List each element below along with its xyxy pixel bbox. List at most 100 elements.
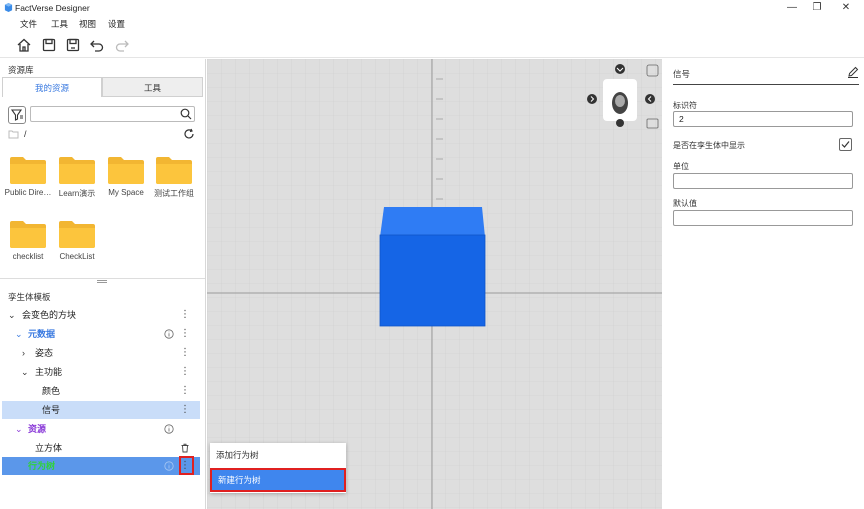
show-in-twin-label: 是否在孪生体中显示 bbox=[673, 141, 745, 150]
home-icon[interactable] bbox=[16, 37, 32, 53]
splitter-handle-icon bbox=[97, 280, 107, 283]
edit-icon[interactable] bbox=[847, 66, 859, 78]
tree-item-metadata[interactable]: ⌄ 元数据 ⋮ bbox=[2, 325, 200, 343]
checkmark-icon bbox=[841, 141, 850, 148]
more-options-icon[interactable]: ⋮ bbox=[180, 306, 190, 324]
cube-front-face[interactable] bbox=[380, 235, 485, 326]
search-input[interactable] bbox=[30, 106, 195, 122]
folder-label: My Space bbox=[108, 188, 144, 197]
tree-item-pose[interactable]: › 姿态 ⋮ bbox=[2, 344, 200, 362]
tab-tools[interactable]: 工具 bbox=[102, 77, 203, 97]
menu-file[interactable]: 文件 bbox=[20, 18, 37, 30]
app-title: FactVerse Designer bbox=[15, 3, 90, 13]
more-options-icon[interactable]: ⋮ bbox=[180, 382, 190, 400]
filter-icon bbox=[10, 109, 23, 121]
chevron-down-icon[interactable]: ⌄ bbox=[8, 306, 18, 324]
menu-tools[interactable]: 工具 bbox=[51, 18, 68, 30]
app-logo-icon bbox=[4, 3, 13, 12]
tree-label: 颜色 bbox=[42, 386, 61, 396]
scene-viewport[interactable] bbox=[207, 59, 662, 509]
tab-my-resources[interactable]: 我的资源 bbox=[2, 77, 102, 97]
folder-icon bbox=[10, 157, 46, 184]
menu-settings[interactable]: 设置 bbox=[108, 18, 125, 30]
identifier-input[interactable]: 2 bbox=[673, 111, 853, 127]
filter-button[interactable] bbox=[8, 106, 26, 124]
folder-icon bbox=[59, 157, 95, 184]
more-options-icon[interactable]: ⋮ bbox=[180, 401, 190, 419]
info-icon[interactable] bbox=[164, 461, 174, 471]
close-button[interactable]: ✕ bbox=[834, 0, 858, 16]
save-icon[interactable] bbox=[41, 37, 57, 53]
folder-public-directory[interactable]: Public Dire… bbox=[3, 155, 53, 197]
folder-checklist[interactable]: checklist bbox=[3, 219, 53, 261]
panel-splitter[interactable] bbox=[0, 278, 205, 284]
tree-label: 行为树 bbox=[28, 461, 56, 471]
save-as-icon[interactable] bbox=[65, 37, 81, 53]
chevron-down-icon[interactable]: ⌄ bbox=[15, 325, 25, 343]
refresh-icon[interactable] bbox=[183, 128, 195, 140]
properties-panel: 信号 标识符 2 是否在孪生体中显示 单位 默认值 bbox=[663, 59, 864, 509]
info-icon[interactable] bbox=[164, 424, 174, 434]
current-path: / bbox=[24, 129, 27, 139]
tree-item-resources[interactable]: ⌄ 资源 bbox=[2, 420, 200, 438]
menu-bar: 文件 工具 视图 设置 bbox=[0, 16, 864, 31]
properties-title: 信号 bbox=[673, 69, 691, 79]
unit-input[interactable] bbox=[673, 173, 853, 189]
more-options-icon[interactable]: ⋮ bbox=[180, 325, 190, 343]
left-panel: 资源库 我的资源 工具 / Public Dire… Learn演示 My Sp… bbox=[0, 59, 206, 509]
tree-label: 元数据 bbox=[28, 329, 56, 339]
folder-label: checklist bbox=[12, 252, 44, 261]
chevron-right-icon[interactable]: › bbox=[22, 344, 32, 362]
folder-icon bbox=[108, 157, 144, 184]
trash-icon[interactable] bbox=[180, 443, 190, 453]
folder-my-space[interactable]: My Space bbox=[101, 155, 151, 197]
chevron-down-icon[interactable]: ⌄ bbox=[15, 420, 25, 438]
undo-icon[interactable] bbox=[89, 37, 105, 53]
folder-label: Learn演示 bbox=[58, 189, 96, 198]
scene-canvas[interactable] bbox=[207, 59, 662, 509]
default-value-input[interactable] bbox=[673, 210, 853, 226]
redo-icon[interactable] bbox=[114, 37, 130, 53]
cube-top-face bbox=[380, 207, 485, 237]
tree-item-behavior-tree[interactable]: 行为树 ⋮ bbox=[2, 457, 200, 475]
menu-new-behavior-tree[interactable]: 新建行为树 bbox=[210, 468, 346, 492]
folder-icon bbox=[59, 221, 95, 248]
folder-learn-demo[interactable]: Learn演示 bbox=[52, 155, 102, 199]
tree-item-color-changing-cube[interactable]: ⌄ 会变色的方块 ⋮ bbox=[2, 306, 200, 324]
tree-item-main-function[interactable]: ⌄ 主功能 ⋮ bbox=[2, 363, 200, 381]
folder-label: CheckList bbox=[59, 252, 95, 261]
show-in-twin-checkbox[interactable] bbox=[839, 138, 852, 151]
identifier-label: 标识符 bbox=[673, 101, 697, 110]
menu-add-behavior-tree[interactable]: 添加行为树 bbox=[210, 443, 346, 467]
tree-label: 会变色的方块 bbox=[22, 310, 77, 320]
folder-checklist-2[interactable]: CheckList bbox=[52, 219, 102, 261]
tree-label: 立方体 bbox=[35, 443, 63, 453]
folder-icon bbox=[156, 157, 192, 184]
tree-label: 主功能 bbox=[35, 367, 63, 377]
tree-label: 资源 bbox=[28, 424, 47, 434]
twin-template-title: 孪生体模板 bbox=[8, 292, 51, 302]
resource-library-title: 资源库 bbox=[8, 65, 34, 75]
folder-test-workgroup[interactable]: 测试工作组 bbox=[149, 155, 199, 199]
info-icon[interactable] bbox=[164, 329, 174, 339]
folder-path-icon bbox=[8, 130, 19, 139]
resource-tabs: 我的资源 工具 bbox=[2, 77, 203, 97]
search-icon[interactable] bbox=[180, 108, 192, 120]
default-value-label: 默认值 bbox=[673, 199, 697, 208]
chevron-down-icon[interactable]: ⌄ bbox=[21, 363, 31, 381]
restore-button[interactable]: ❐ bbox=[805, 0, 829, 16]
title-bar: FactVerse Designer — ❐ ✕ bbox=[0, 0, 864, 16]
folder-label: 测试工作组 bbox=[154, 189, 194, 198]
unit-label: 单位 bbox=[673, 162, 689, 171]
tree-item-color[interactable]: 颜色 ⋮ bbox=[2, 382, 200, 400]
tree-item-signal[interactable]: 信号 ⋮ bbox=[2, 401, 200, 419]
minimize-button[interactable]: — bbox=[780, 0, 804, 16]
toolbar bbox=[0, 32, 864, 58]
menu-view[interactable]: 视图 bbox=[79, 18, 96, 30]
tree-label: 信号 bbox=[42, 405, 61, 415]
tree-label: 姿态 bbox=[35, 348, 54, 358]
more-options-icon[interactable]: ⋮ bbox=[180, 363, 190, 381]
folder-label: Public Dire… bbox=[4, 188, 52, 197]
more-options-icon[interactable]: ⋮ bbox=[180, 344, 190, 362]
tree-item-cube[interactable]: 立方体 bbox=[2, 439, 200, 457]
